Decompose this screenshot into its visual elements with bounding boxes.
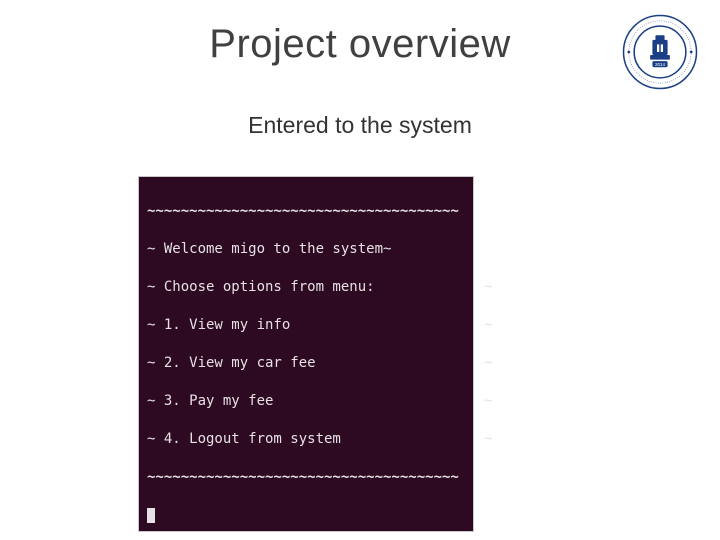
terminal-cursor [147, 508, 155, 523]
terminal-line: ~ 1. View my info ~ [147, 316, 465, 335]
terminal-line: ~ Welcome migo to the system~ [147, 240, 465, 259]
terminal-screenshot: ~~~~~~~~~~~~~~~~~~~~~~~~~~~~~~~~~~~~~ ~ … [138, 176, 474, 532]
terminal-line: ~ Choose options from menu: ~ [147, 278, 465, 297]
terminal-border-bottom: ~~~~~~~~~~~~~~~~~~~~~~~~~~~~~~~~~~~~~ [147, 468, 465, 487]
logo-year: 2014 [655, 62, 666, 67]
terminal-line: ~ 3. Pay my fee ~ [147, 392, 465, 411]
slide-title: Project overview [0, 22, 720, 67]
university-seal-icon: 2014 [622, 14, 698, 90]
terminal-line: ~ 4. Logout from system ~ [147, 430, 465, 449]
slide-subtitle: Entered to the system [0, 112, 720, 139]
terminal-border-top: ~~~~~~~~~~~~~~~~~~~~~~~~~~~~~~~~~~~~~ [147, 202, 465, 221]
terminal-line: ~ 2. View my car fee ~ [147, 354, 465, 373]
